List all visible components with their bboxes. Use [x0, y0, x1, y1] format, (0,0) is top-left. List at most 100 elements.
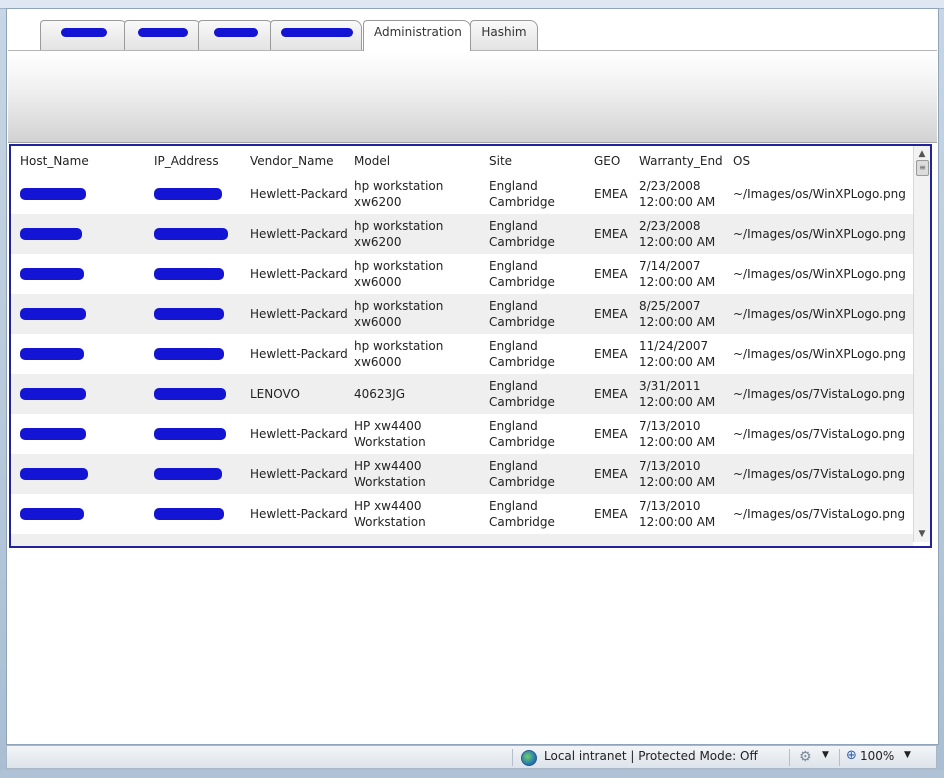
column-header-ip-address[interactable]: IP_Address — [154, 154, 219, 168]
site-cell: England Cambridge — [489, 174, 584, 214]
table-row[interactable]: LENOVO 40623JG England Cambridge EMEA 3/31/20… — [11, 374, 913, 414]
tab-administration[interactable]: Administration — [363, 20, 471, 51]
chevron-down-icon[interactable]: ▼ — [822, 750, 829, 760]
scroll-down-icon[interactable]: ▼ — [914, 526, 930, 542]
tab-hashim[interactable]: Hashim — [470, 20, 538, 50]
warranty-cell-text: 12:00:00 AM — [639, 315, 716, 329]
zoom-icon[interactable]: ⊕ — [846, 748, 857, 763]
redaction-mark — [154, 348, 224, 360]
os-cell: ~/Images/os/7VistaLogo.png — [733, 494, 908, 534]
geo-cell-content: EMEA — [594, 346, 628, 362]
tab-redacted-2[interactable] — [124, 20, 202, 50]
tab-redacted-1[interactable] — [40, 20, 128, 50]
site-cell-text: Cambridge — [489, 435, 555, 449]
os-cell: ~/Images/os/7VistaLogo.png — [733, 374, 908, 414]
warranty-cell-text: 2/23/2008 — [639, 179, 701, 193]
os-cell-text: ~/Images/os/WinXPLogo.png — [733, 187, 906, 201]
geo-cell-content: EMEA — [594, 426, 628, 442]
tab-label: Hashim — [481, 25, 527, 39]
vendor-cell: Hewlett-Packard — [250, 334, 350, 374]
status-separator — [789, 749, 790, 766]
site-cell-text: England — [489, 379, 538, 393]
gear-icon[interactable]: ⚙ — [799, 749, 812, 765]
column-header-site[interactable]: Site — [489, 154, 512, 168]
site-cell: England Cambridge — [489, 334, 584, 374]
geo-cell: EMEA — [594, 294, 634, 334]
tab-redacted-3[interactable] — [198, 20, 274, 50]
table-row[interactable]: HP xw4400 England 7/13/2010 — [11, 534, 913, 546]
table-row[interactable]: Hewlett-Packard hp workstation xw6200 Engl… — [11, 174, 913, 214]
column-header-vendor-name[interactable]: Vendor_Name — [250, 154, 334, 168]
column-header-model[interactable]: Model — [354, 154, 390, 168]
model-cell-text: HP xw4400 Workstation — [354, 419, 426, 449]
vendor-cell: Hewlett-Packard — [250, 414, 350, 454]
geo-cell-content: EMEA — [594, 306, 628, 322]
model-cell: 40623JG — [354, 374, 479, 414]
geo-cell — [594, 534, 634, 546]
warranty-cell-content: 7/13/2010 12:00:00 AM — [639, 498, 715, 530]
table-row[interactable]: Hewlett-Packard hp workstation xw6000 Engl… — [11, 334, 913, 374]
warranty-cell-text: 12:00:00 AM — [639, 275, 716, 289]
browser-window: Administration Hashim Host_Name IP_Address… — [0, 0, 944, 778]
warranty-cell-text: 2/23/2008 — [639, 219, 701, 233]
tab-redacted-4[interactable] — [270, 20, 362, 50]
table-row[interactable]: Hewlett-Packard HP xw4400 Workstation Engl… — [11, 454, 913, 494]
os-cell-content: ~/Images/os/7VistaLogo.png — [733, 386, 905, 402]
site-cell-content: England Cambridge — [489, 338, 555, 370]
warranty-cell: 7/13/2010 12:00:00 AM — [639, 494, 729, 534]
redaction-mark — [154, 308, 224, 320]
os-cell: ~/Images/os/WinXPLogo.png — [733, 174, 908, 214]
vendor-cell-text: Hewlett-Packard — [250, 187, 348, 201]
model-cell: HP xw4400 Workstation — [354, 454, 479, 494]
table-row[interactable]: Hewlett-Packard hp workstation xw6000 Engl… — [11, 254, 913, 294]
geo-cell-text: EMEA — [594, 267, 628, 281]
table-row[interactable]: Hewlett-Packard HP xw4400 Workstation Engl… — [11, 494, 913, 534]
scroll-thumb[interactable]: ≡ — [916, 160, 929, 176]
model-cell-content: HP xw4400 Workstation — [354, 458, 479, 490]
warranty-cell: 2/23/2008 12:00:00 AM — [639, 174, 729, 214]
geo-cell-content: EMEA — [594, 186, 628, 202]
os-cell-content: ~/Images/os/WinXPLogo.png — [733, 266, 906, 282]
warranty-cell-text: 12:00:00 AM — [639, 435, 716, 449]
table-row[interactable]: Hewlett-Packard HP xw4400 Workstation Engl… — [11, 414, 913, 454]
host-name-cell — [20, 414, 86, 454]
vendor-cell-content: Hewlett-Packard — [250, 306, 348, 322]
table-row[interactable]: Hewlett-Packard hp workstation xw6000 Engl… — [11, 294, 913, 334]
warranty-cell: 2/23/2008 12:00:00 AM — [639, 214, 729, 254]
tab-bar: Administration Hashim — [8, 12, 937, 51]
ip-address-cell — [154, 294, 224, 334]
vendor-cell-content: Hewlett-Packard — [250, 266, 348, 282]
ip-address-cell — [154, 334, 224, 374]
redaction-mark — [20, 508, 84, 520]
redaction-mark — [154, 508, 224, 520]
zone-status-text[interactable]: Local intranet | Protected Mode: Off — [544, 749, 758, 763]
model-cell-text: hp workstation xw6000 — [354, 259, 444, 289]
geo-cell: EMEA — [594, 214, 634, 254]
warranty-cell-text: 12:00:00 AM — [639, 475, 716, 489]
geo-cell-content: EMEA — [594, 226, 628, 242]
site-cell-text: England — [489, 219, 538, 233]
site-cell-content: England Cambridge — [489, 418, 555, 450]
vendor-cell-text: Hewlett-Packard — [250, 227, 348, 241]
tab-label: Administration — [374, 25, 462, 39]
site-cell-text: Cambridge — [489, 515, 555, 529]
warranty-cell-text: 7/14/2007 — [639, 259, 701, 273]
site-cell-content: England Cambridge — [489, 458, 555, 490]
redaction-mark — [138, 28, 188, 37]
geo-cell-text: EMEA — [594, 467, 628, 481]
vertical-scrollbar[interactable]: ▲ ≡ ▼ — [913, 146, 930, 542]
warranty-cell-text: 3/31/2011 — [639, 379, 701, 393]
geo-cell-text: EMEA — [594, 387, 628, 401]
chevron-down-icon[interactable]: ▼ — [904, 750, 911, 760]
column-header-os[interactable]: OS — [733, 154, 750, 168]
site-cell: England Cambridge — [489, 294, 584, 334]
vendor-cell-content: Hewlett-Packard — [250, 346, 348, 362]
column-header-warranty-end[interactable]: Warranty_End — [639, 154, 723, 168]
column-header-geo[interactable]: GEO — [594, 154, 620, 168]
zoom-level[interactable]: 100% — [860, 749, 894, 763]
geo-cell-text: EMEA — [594, 187, 628, 201]
column-header-host-name[interactable]: Host_Name — [20, 154, 89, 168]
table-row[interactable]: Hewlett-Packard hp workstation xw6200 Engl… — [11, 214, 913, 254]
geo-cell-text: EMEA — [594, 227, 628, 241]
page-content: Administration Hashim Host_Name IP_Address… — [6, 8, 939, 745]
